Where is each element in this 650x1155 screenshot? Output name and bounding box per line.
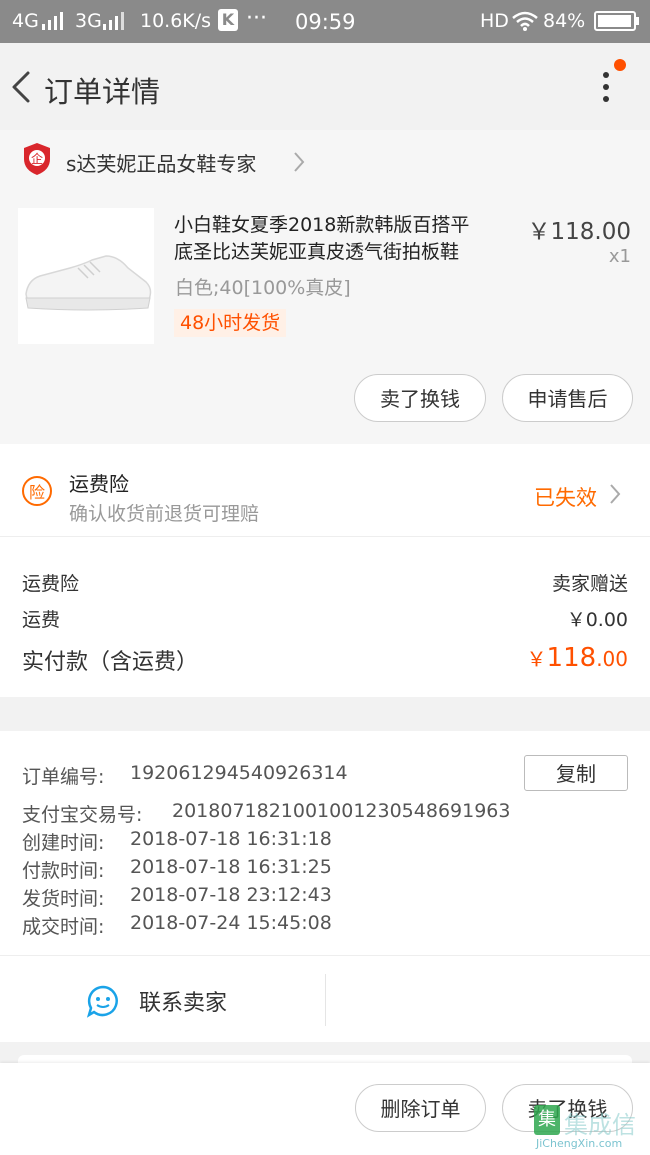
- divider: [325, 974, 326, 1026]
- contact-seller-button[interactable]: 联系卖家: [139, 985, 227, 1017]
- signal-bars-icon: [42, 12, 66, 35]
- resell-button[interactable]: 卖了换钱: [354, 374, 486, 422]
- after-sale-button[interactable]: 申请售后: [502, 374, 633, 422]
- insurance-subtitle: 确认收货前退货可理赔: [69, 503, 260, 525]
- product-title-line2[interactable]: 底圣比达芙妮亚真皮透气街拍板鞋: [174, 237, 459, 264]
- battery-icon: [594, 11, 640, 36]
- shipping-tag: 48小时发货: [174, 309, 287, 337]
- done-label: 成交时间:: [22, 916, 105, 938]
- signal-bars-icon-2: [103, 12, 127, 35]
- fee-shipping-label: 运费: [22, 609, 61, 631]
- created-time: 2018-07-18 16:31:18: [130, 828, 332, 850]
- wifi-icon: [512, 11, 538, 36]
- order-info: 订单编号: 192061294540926314 复制 支付宝交易号: 2018…: [0, 731, 650, 955]
- svg-text:企: 企: [31, 151, 43, 166]
- watermark-url: JiChengXin.com: [536, 1137, 623, 1150]
- shipping-insurance-row[interactable]: 险 运费险 确认收货前退货可理赔 已失效: [0, 444, 650, 537]
- fee-shipping-value: ￥0.00: [566, 609, 628, 631]
- shipped-time: 2018-07-18 23:12:43: [130, 884, 332, 906]
- watermark-logo: 集 集成信 JiChengXin.com: [530, 1103, 650, 1155]
- delete-order-button[interactable]: 删除订单: [355, 1084, 486, 1132]
- insurance-status: 已失效: [534, 486, 597, 510]
- shipped-label: 发货时间:: [22, 888, 105, 910]
- hd-indicator: HD: [480, 10, 509, 32]
- store-row[interactable]: 企 s达芙妮正品女鞋专家: [0, 130, 650, 196]
- chevron-right-icon: [294, 152, 305, 172]
- fee-insurance-label: 运费险: [22, 573, 80, 595]
- nav-bar: 订单详情: [0, 43, 650, 130]
- total-currency: ￥: [526, 647, 547, 671]
- paid-label: 付款时间:: [22, 860, 105, 882]
- total-decimal: .00: [596, 647, 628, 671]
- product-title-line1[interactable]: 小白鞋女夏季2018新款韩版百搭平: [174, 210, 469, 237]
- insurance-icon: 险: [22, 476, 52, 506]
- created-label: 创建时间:: [22, 832, 105, 854]
- order-no-label: 订单编号:: [22, 766, 105, 788]
- insurance-title: 运费险: [69, 472, 129, 496]
- battery-percent: 84%: [543, 10, 586, 32]
- copy-button[interactable]: 复制: [524, 755, 628, 791]
- store-shield-icon: 企: [24, 143, 50, 175]
- fee-summary: 运费险 卖家赠送 运费 ￥0.00 实付款（含运费） ￥118.00: [0, 537, 650, 697]
- product-image[interactable]: [18, 208, 154, 344]
- alipay-no: 2018071821001001230548691963: [172, 800, 511, 822]
- app-badge-icon: K: [218, 9, 238, 31]
- watermark-icon: 集: [534, 1105, 560, 1135]
- network-speed: 10.6K/s: [140, 10, 212, 32]
- product-card[interactable]: 小白鞋女夏季2018新款韩版百搭平 底圣比达芙妮亚真皮透气街拍板鞋 ￥118.0…: [0, 196, 650, 444]
- chat-bubble-icon: [86, 985, 118, 1018]
- alipay-label: 支付宝交易号:: [22, 804, 143, 826]
- status-bar: 4G 3G 10.6K/s K ··· 09:59 HD 84%: [0, 0, 650, 43]
- notification-dot: [614, 59, 626, 71]
- store-name[interactable]: s达芙妮正品女鞋专家: [66, 148, 256, 177]
- sneaker-image: [25, 255, 152, 311]
- page-title: 订单详情: [44, 75, 161, 109]
- total-amount: ￥118.00: [527, 643, 628, 673]
- back-arrow-icon[interactable]: [8, 69, 38, 105]
- product-price: ￥118.00: [527, 219, 631, 245]
- order-no: 192061294540926314: [130, 762, 348, 784]
- signal-3g: 3G: [75, 10, 102, 32]
- watermark-text: 集成信: [564, 1111, 636, 1139]
- signal-4g: 4G: [12, 10, 39, 32]
- more-notifications: ···: [246, 6, 267, 31]
- total-integer: 118: [546, 643, 597, 673]
- done-time: 2018-07-24 15:45:08: [130, 912, 332, 934]
- product-quantity: x1: [608, 246, 631, 267]
- chevron-right-icon: [610, 484, 621, 504]
- fee-insurance-value: 卖家赠送: [551, 573, 628, 595]
- more-options-icon[interactable]: [596, 69, 616, 105]
- product-sku: 白色;40[100%真皮]: [175, 277, 351, 299]
- contact-seller-row: 联系卖家: [0, 955, 650, 1042]
- clock: 09:59: [295, 10, 356, 34]
- total-label: 实付款（含运费）: [22, 650, 199, 675]
- paid-time: 2018-07-18 16:31:25: [130, 856, 332, 878]
